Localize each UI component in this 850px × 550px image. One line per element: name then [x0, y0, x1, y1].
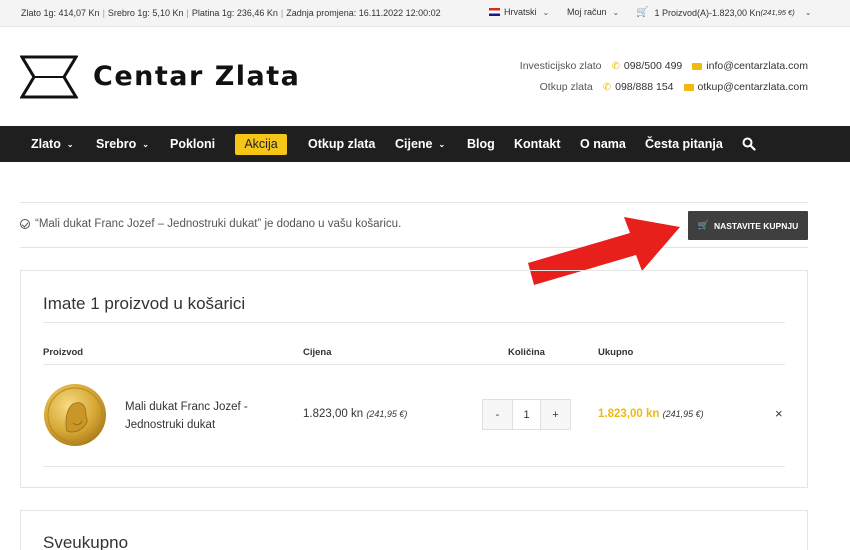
croatia-flag-icon — [489, 8, 500, 16]
quantity-decrease-button[interactable]: - — [483, 400, 512, 429]
quantity-input[interactable]: 1 — [512, 400, 541, 429]
mini-cart[interactable]: 🛒 1 Proizvod(A)-1.823,00 Kn (241,95 €) ⌄ — [636, 7, 811, 18]
silver-price: Srebro 1g: 5,10 Kn — [107, 8, 184, 18]
product-image[interactable] — [43, 383, 107, 447]
divider — [43, 364, 785, 365]
contact-row-investment: Investicijsko zlato ✆ 098/500 499 info@c… — [520, 60, 808, 72]
account-menu[interactable]: Moj račun ⌄ — [567, 7, 619, 17]
nav-item-cesta-pitanja[interactable]: Česta pitanja — [645, 126, 723, 162]
cart-summary-eur: (241,95 €) — [760, 8, 795, 17]
contact-phone-link[interactable]: 098/500 499 — [624, 60, 682, 72]
chevron-down-icon: ⌄ — [612, 7, 620, 17]
continue-label: NASTAVITE KUPNJU — [713, 220, 799, 231]
mail-icon — [692, 62, 703, 70]
last-change: Zadnja promjena: 16.11.2022 12:00:02 — [286, 8, 441, 18]
divider — [43, 466, 785, 467]
nav-label: Srebro — [96, 137, 137, 151]
nav-label: Česta pitanja — [645, 137, 723, 151]
chevron-down-icon: ⌄ — [142, 140, 149, 149]
language-selector[interactable]: Hrvatski ⌄ — [489, 7, 549, 17]
remove-item-icon[interactable]: × — [775, 406, 783, 421]
column-header-product: Proizvod — [43, 347, 84, 358]
notice-message: “Mali dukat Franc Jozef – Jednostruki du… — [20, 218, 401, 230]
contact-email-link[interactable]: otkup@centarzlata.com — [698, 81, 808, 93]
divider — [43, 322, 785, 323]
product-price: 1.823,00 kn (241,95 €) — [303, 408, 407, 420]
contact-label: Investicijsko zlato — [519, 60, 602, 72]
cart-icon: 🛒 — [636, 7, 649, 18]
notice-text: “Mali dukat Franc Jozef – Jednostruki du… — [35, 218, 402, 230]
nav-item-o-nama[interactable]: O nama — [580, 126, 626, 162]
account-label: Moj račun — [567, 7, 607, 17]
gold-price: Zlato 1g: 414,07 Kn — [21, 8, 100, 18]
phone-icon: ✆ — [602, 81, 612, 93]
language-label: Hrvatski — [504, 7, 537, 17]
nav-item-srebro[interactable]: Srebro ⌄ — [96, 126, 149, 162]
main-nav: Zlato ⌄ Srebro ⌄ Pokloni Akcija Otkup zlat… — [0, 126, 850, 162]
search-icon[interactable] — [742, 137, 756, 151]
top-bar: Zlato 1g: 414,07 Kn | Srebro 1g: 5,10 Kn | P… — [0, 0, 850, 27]
contact-phone-link[interactable]: 098/888 154 — [615, 81, 673, 93]
nav-label: Blog — [467, 137, 495, 151]
chevron-down-icon: ⌄ — [438, 140, 446, 149]
check-circle-icon — [20, 219, 30, 229]
total-eur: (241,95 €) — [662, 409, 704, 419]
platinum-price: Platina 1g: 236,46 Kn — [191, 8, 278, 18]
logo-mark-icon[interactable] — [20, 55, 78, 99]
chevron-down-icon: ⌄ — [542, 7, 550, 17]
quantity-stepper: - 1 + — [482, 399, 571, 430]
product-name-link[interactable]: Mali dukat Franc Jozef - Jednostruki duk… — [125, 398, 275, 434]
nav-label: O nama — [580, 137, 626, 151]
nav-item-cijene[interactable]: Cijene ⌄ — [395, 126, 445, 162]
nav-item-zlato[interactable]: Zlato ⌄ — [31, 126, 74, 162]
column-header-total: Ukupno — [598, 347, 634, 358]
column-header-price: Cijena — [303, 347, 332, 358]
totals-title: Sveukupno — [43, 533, 129, 550]
column-header-quantity: Količina — [508, 347, 545, 358]
nav-item-akcija[interactable]: Akcija — [235, 134, 287, 155]
nav-label: Kontakt — [514, 137, 561, 151]
nav-label: Otkup zlata — [308, 137, 376, 151]
contact-label: Otkup zlata — [539, 81, 593, 93]
price-eur: (241,95 €) — [366, 409, 408, 419]
nav-item-pokloni[interactable]: Pokloni — [170, 126, 215, 162]
nav-item-kontakt[interactable]: Kontakt — [514, 126, 561, 162]
contact-email-link[interactable]: info@centarzlata.com — [706, 60, 808, 72]
cart-totals-panel: Sveukupno — [20, 510, 808, 550]
cart-summary: 1 Proizvod(A)-1.823,00 Kn — [654, 7, 761, 18]
nav-label: Pokloni — [170, 137, 216, 151]
chevron-down-icon: ⌄ — [804, 8, 812, 17]
cart-title: Imate 1 proizvod u košarici — [43, 294, 246, 313]
nav-label: Zlato — [31, 137, 61, 151]
cart-table-panel: Imate 1 proizvod u košarici Proizvod Cij… — [20, 270, 808, 488]
continue-shopping-button[interactable]: 🛒 NASTAVITE KUPNJU — [688, 211, 808, 240]
mail-icon — [683, 83, 694, 91]
nav-label: Cijene — [395, 137, 433, 151]
contact-row-buyback: Otkup zlata ✆ 098/888 154 otkup@centarzl… — [540, 81, 808, 93]
product-total: 1.823,00 kn (241,95 €) — [598, 408, 704, 420]
nav-item-blog[interactable]: Blog — [467, 126, 495, 162]
metal-prices: Zlato 1g: 414,07 Kn | Srebro 1g: 5,10 Kn | P… — [21, 8, 441, 18]
price-kn: 1.823,00 kn — [303, 408, 364, 420]
logo-text[interactable]: Centar Zlata — [93, 61, 300, 92]
quantity-increase-button[interactable]: + — [541, 400, 570, 429]
cart-icon: 🛒 — [697, 220, 709, 230]
nav-item-otkup-zlata[interactable]: Otkup zlata — [308, 126, 375, 162]
chevron-down-icon: ⌄ — [66, 140, 74, 149]
total-kn: 1.823,00 kn — [598, 408, 660, 420]
phone-icon: ✆ — [611, 60, 620, 72]
